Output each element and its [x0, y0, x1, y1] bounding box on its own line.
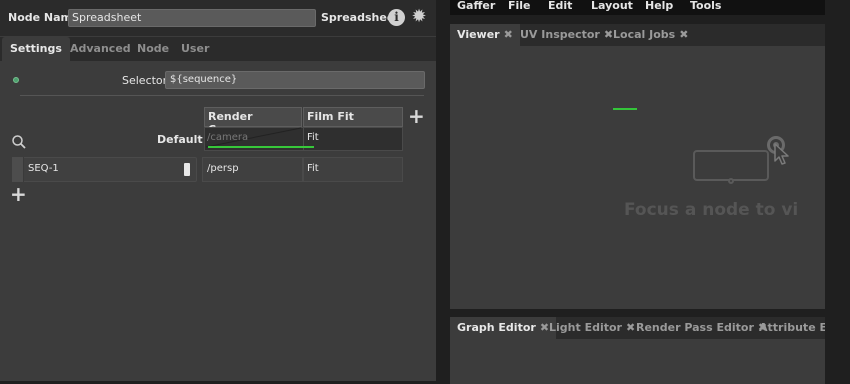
tab-light-editor-label: Light Editor: [549, 321, 622, 334]
row-enabled-toggle[interactable]: [184, 163, 190, 176]
tab-graph-editor-label: Graph Editor: [457, 321, 536, 334]
row-name[interactable]: SEQ-1: [28, 163, 59, 174]
gear-icon[interactable]: ✹: [409, 7, 429, 27]
menu-tools[interactable]: Tools: [690, 0, 721, 15]
menu-edit[interactable]: Edit: [548, 0, 572, 15]
graph-tabbar: Graph Editor ✖ Light Editor ✖ Render Pass …: [450, 317, 825, 339]
tab-attribute-editor-label: Attribute Edito: [759, 321, 825, 334]
info-icon[interactable]: i: [388, 9, 405, 26]
node-name-input[interactable]: Spreadsheet: [68, 9, 316, 27]
tab-user[interactable]: User: [173, 37, 217, 61]
row-film-fit-cell[interactable]: Fit: [303, 157, 403, 182]
tab-viewer-label: Viewer: [457, 28, 500, 41]
tab-advanced[interactable]: Advanced: [62, 37, 139, 61]
close-icon[interactable]: ✖: [504, 28, 513, 41]
row-drag-handle[interactable]: [12, 157, 24, 182]
node-editor-tabbar: Settings Advanced Node User: [0, 37, 436, 61]
default-render-camera-value: /camera: [207, 132, 249, 143]
tab-render-pass-editor-label: Render Pass Editor: [636, 321, 754, 334]
menu-layout[interactable]: Layout: [591, 0, 633, 15]
tab-viewer[interactable]: Viewer ✖: [450, 24, 520, 46]
divider: [20, 95, 424, 96]
tab-uv-inspector-label: UV Inspector: [520, 28, 600, 41]
menubar: Gaffer File Edit Layout Help Tools: [450, 0, 825, 15]
window-edge: [825, 0, 850, 384]
selector-input[interactable]: ${sequence}: [165, 71, 425, 89]
edit-highlight-underline: [208, 146, 314, 148]
menu-file[interactable]: File: [508, 0, 531, 15]
tab-settings[interactable]: Settings: [2, 37, 70, 61]
selector-status-dot[interactable]: [13, 77, 19, 83]
tab-light-editor[interactable]: Light Editor ✖: [542, 317, 642, 339]
tab-local-jobs[interactable]: Local Jobs ✖: [606, 24, 695, 46]
node-illustration-icon: [693, 150, 769, 181]
close-icon[interactable]: ✖: [679, 28, 688, 41]
tab-attribute-editor[interactable]: Attribute Edito: [752, 317, 825, 339]
search-icon[interactable]: [11, 134, 27, 150]
add-column-button[interactable]: +: [408, 106, 425, 126]
viewer-empty-message: Focus a node to vi: [624, 200, 799, 220]
default-row-label: Default: [157, 133, 203, 146]
viewer-tabbar: Viewer ✖ UV Inspector ✖ Local Jobs ✖: [450, 24, 825, 46]
menu-help[interactable]: Help: [645, 0, 673, 15]
node-plug-icon: [728, 178, 734, 184]
menu-gaffer[interactable]: Gaffer: [457, 0, 495, 15]
tab-graph-editor[interactable]: Graph Editor ✖: [450, 317, 557, 339]
tab-local-jobs-label: Local Jobs: [613, 28, 676, 41]
column-header-render-camera[interactable]: Render Camera: [204, 107, 302, 136]
row-render-camera-cell[interactable]: /persp: [202, 157, 303, 182]
pointer-icon: [774, 143, 789, 165]
default-film-fit-cell[interactable]: Fit: [303, 127, 403, 151]
viewer-indicator: [613, 108, 637, 110]
tab-uv-inspector[interactable]: UV Inspector ✖: [513, 24, 620, 46]
selector-label: Selector: [122, 74, 168, 87]
tab-node[interactable]: Node: [129, 37, 177, 61]
column-header-film-fit[interactable]: Film Fit: [303, 107, 403, 127]
add-row-button[interactable]: +: [10, 184, 27, 204]
graph-editor-viewport[interactable]: [450, 339, 825, 384]
